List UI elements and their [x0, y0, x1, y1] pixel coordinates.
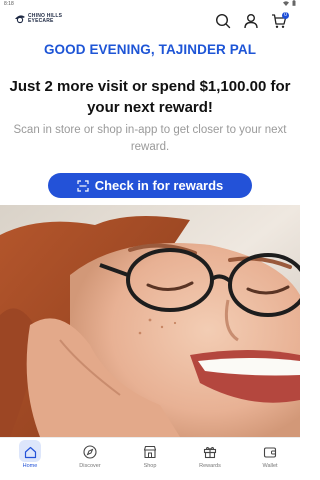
- bottom-navigation: Home Discover Shop Rewards Wallet: [0, 437, 300, 480]
- check-in-button[interactable]: Check in for rewards: [48, 173, 252, 198]
- hero-illustration: [0, 205, 300, 437]
- nav-discover-label: Discover: [79, 463, 101, 469]
- nav-wallet-label: Wallet: [262, 463, 278, 469]
- nav-home-label: Home: [22, 463, 38, 469]
- header-actions: 0: [214, 12, 289, 30]
- logo-text: CHINO HILLS EYECARE: [28, 14, 62, 24]
- account-button[interactable]: [242, 12, 260, 30]
- app-header: CHINO HILLS EYECARE 0: [0, 8, 300, 34]
- logo-mark-icon: [15, 15, 25, 24]
- reward-subtext: Scan in store or shop in-app to get clos…: [13, 124, 287, 153]
- nav-wallet[interactable]: Wallet: [240, 438, 300, 480]
- nav-rewards[interactable]: Rewards: [180, 438, 240, 480]
- status-time: 8:18: [4, 1, 14, 7]
- nav-home[interactable]: Home: [0, 438, 60, 480]
- home-icon: [21, 443, 39, 461]
- compass-icon: [81, 443, 99, 461]
- battery-icon: [292, 0, 296, 6]
- status-bar: 8:18: [0, 0, 300, 8]
- search-button[interactable]: [214, 12, 232, 30]
- store-icon: [141, 443, 159, 461]
- hero-image: [0, 205, 300, 437]
- cart-count-badge: 0: [282, 12, 289, 19]
- nav-discover[interactable]: Discover: [60, 438, 120, 480]
- gift-icon: [201, 443, 219, 461]
- wifi-icon: [283, 0, 289, 6]
- system-icons: [283, 0, 296, 6]
- nav-shop[interactable]: Shop: [120, 438, 180, 480]
- search-icon: [215, 13, 231, 29]
- greeting-heading: GOOD EVENING, TAJINDER PAL: [43, 42, 257, 57]
- user-icon: [244, 14, 258, 29]
- wallet-icon: [261, 443, 279, 461]
- scan-icon: [77, 179, 89, 192]
- cart-button[interactable]: 0: [270, 12, 289, 30]
- check-in-label: Check in for rewards: [94, 178, 224, 193]
- nav-rewards-label: Rewards: [199, 463, 221, 469]
- logo-line2: EYECARE: [28, 18, 54, 24]
- nav-shop-label: Shop: [143, 463, 157, 469]
- brand-logo[interactable]: CHINO HILLS EYECARE: [14, 14, 62, 24]
- reward-progress-headline: Just 2 more visit or spend $1,100.00 for…: [9, 78, 291, 116]
